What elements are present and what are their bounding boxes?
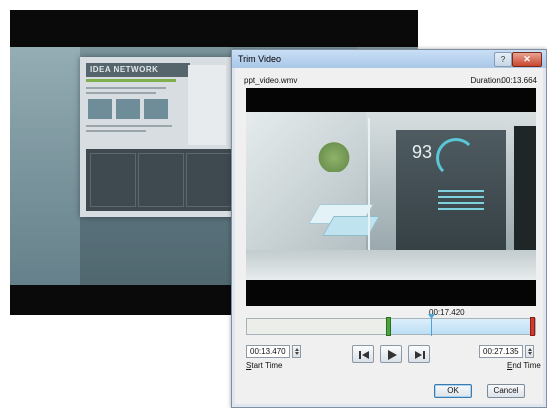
preview-panel-number: 93 (412, 142, 433, 162)
video-preview[interactable]: 93 (246, 88, 536, 306)
preview-dial (436, 138, 476, 178)
website-footer-cell (186, 153, 232, 207)
website-thumbnail (88, 99, 112, 119)
trim-timeline[interactable] (246, 314, 536, 336)
file-name: ppt_video.wmv (244, 76, 298, 85)
preview-right-strip (514, 126, 536, 266)
website-sidebar (188, 65, 226, 145)
dialog-body: ppt_video.wmv Duration: 00:13.664 93 00:… (235, 68, 543, 404)
cancel-button[interactable]: Cancel (487, 384, 525, 398)
trim-video-dialog: Trim Video ? ✕ ppt_video.wmv Duration: 0… (231, 49, 547, 408)
end-trim-handle[interactable] (530, 317, 535, 336)
website-footer-cell (138, 153, 184, 207)
preview-divider (368, 118, 370, 268)
website-text-line (86, 130, 146, 132)
website-text-line (86, 125, 172, 127)
preview-frame: 93 (246, 112, 536, 280)
duration-value: 00:13.664 (501, 76, 537, 85)
next-frame-icon (415, 351, 425, 359)
playhead[interactable] (431, 315, 432, 336)
duration-label: Duration: (470, 76, 503, 85)
start-time-label: Start Time (246, 361, 282, 370)
website-title: IDEA NETWORK (86, 63, 190, 77)
website-footer-cell (90, 153, 136, 207)
start-trim-handle[interactable] (386, 317, 391, 336)
website-thumbnail (144, 99, 168, 119)
preview-bars (438, 186, 484, 210)
previous-frame-icon (359, 351, 369, 359)
play-button[interactable] (380, 345, 402, 363)
start-time-spinner[interactable] (292, 345, 301, 358)
preview-bottom-strip (246, 250, 536, 280)
end-time-label-text: nd Time (512, 361, 541, 370)
ok-button[interactable]: OK (434, 384, 472, 398)
current-time-label: 00:17.420 (429, 308, 465, 317)
dialog-title: Trim Video (238, 54, 282, 64)
play-icon (388, 350, 397, 360)
website-text-line (86, 92, 156, 94)
website-thumbnail (116, 99, 140, 119)
close-button[interactable]: ✕ (512, 52, 542, 67)
next-frame-button[interactable] (408, 345, 430, 363)
start-time-label-text: tart Time (251, 361, 283, 370)
website-footer (86, 149, 234, 211)
blurred-left-edge (10, 47, 80, 285)
preview-plant (316, 140, 352, 172)
end-time-label: End Time (507, 361, 541, 370)
end-time-input[interactable]: 00:27.135 (479, 345, 523, 358)
end-time-spinner[interactable] (525, 345, 534, 358)
website-accent-bar (86, 79, 176, 82)
preview-stack (322, 216, 380, 236)
dialog-titlebar[interactable]: Trim Video ? ✕ (232, 50, 546, 68)
previous-frame-button[interactable] (352, 345, 374, 363)
timeline-selection (388, 319, 535, 334)
start-time-input[interactable]: 00:13.470 (246, 345, 290, 358)
website-text-line (86, 87, 166, 89)
help-button[interactable]: ? (494, 52, 512, 67)
